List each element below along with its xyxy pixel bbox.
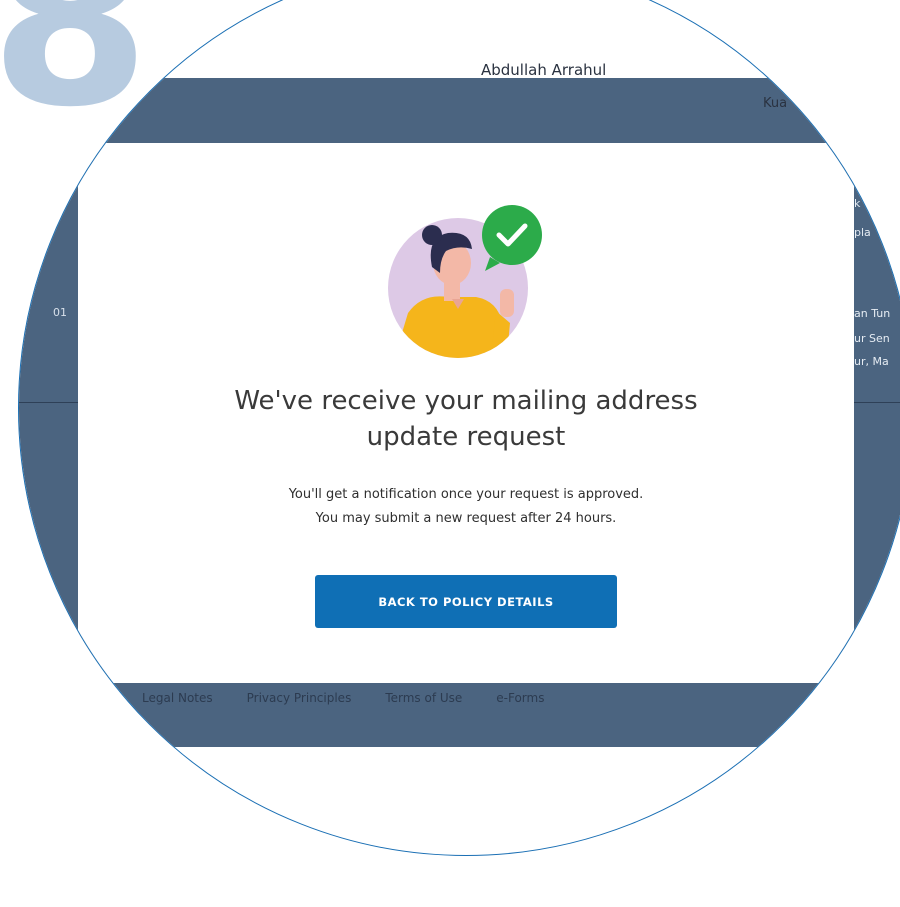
headline-line: update request	[366, 422, 566, 452]
back-to-policy-details-button[interactable]: BACK TO POLICY DETAILS	[315, 575, 617, 628]
headline-line: We've receive your mailing address	[234, 386, 698, 416]
background-right-text: k	[854, 197, 861, 210]
background-right-text: an Tun	[854, 307, 891, 320]
background-left-text: 01	[53, 306, 67, 319]
header-right-text: Kua	[763, 96, 788, 111]
footer-link-privacy-principles[interactable]: Privacy Principles	[247, 691, 352, 705]
description-line: You may submit a new request after 24 ho…	[315, 511, 617, 526]
description-line: You'll get a notification once your requ…	[288, 487, 644, 502]
footer-link-terms-of-use[interactable]: Terms of Use	[385, 691, 462, 705]
footer-link-legal-notes[interactable]: Legal Notes	[142, 691, 213, 705]
header-user-name: Abdullah Arrahul	[481, 61, 607, 79]
footer-links: Legal Notes Privacy Principles Terms of …	[142, 691, 544, 705]
zoom-circle: Abdullah Arrahul Kua 01 k pla an Tun ur …	[18, 0, 900, 856]
footer-link-e-forms[interactable]: e-Forms	[496, 691, 544, 705]
background-right-text: ur, Ma	[854, 355, 889, 368]
background-right-text: ur Sen	[854, 332, 890, 345]
check-badge-icon	[482, 205, 542, 271]
confirmation-description: You'll get a notification once your requ…	[78, 483, 854, 531]
confirmation-headline: We've receive your mailing address updat…	[78, 383, 854, 455]
background-right-text: pla	[854, 226, 871, 239]
success-illustration	[388, 205, 542, 358]
